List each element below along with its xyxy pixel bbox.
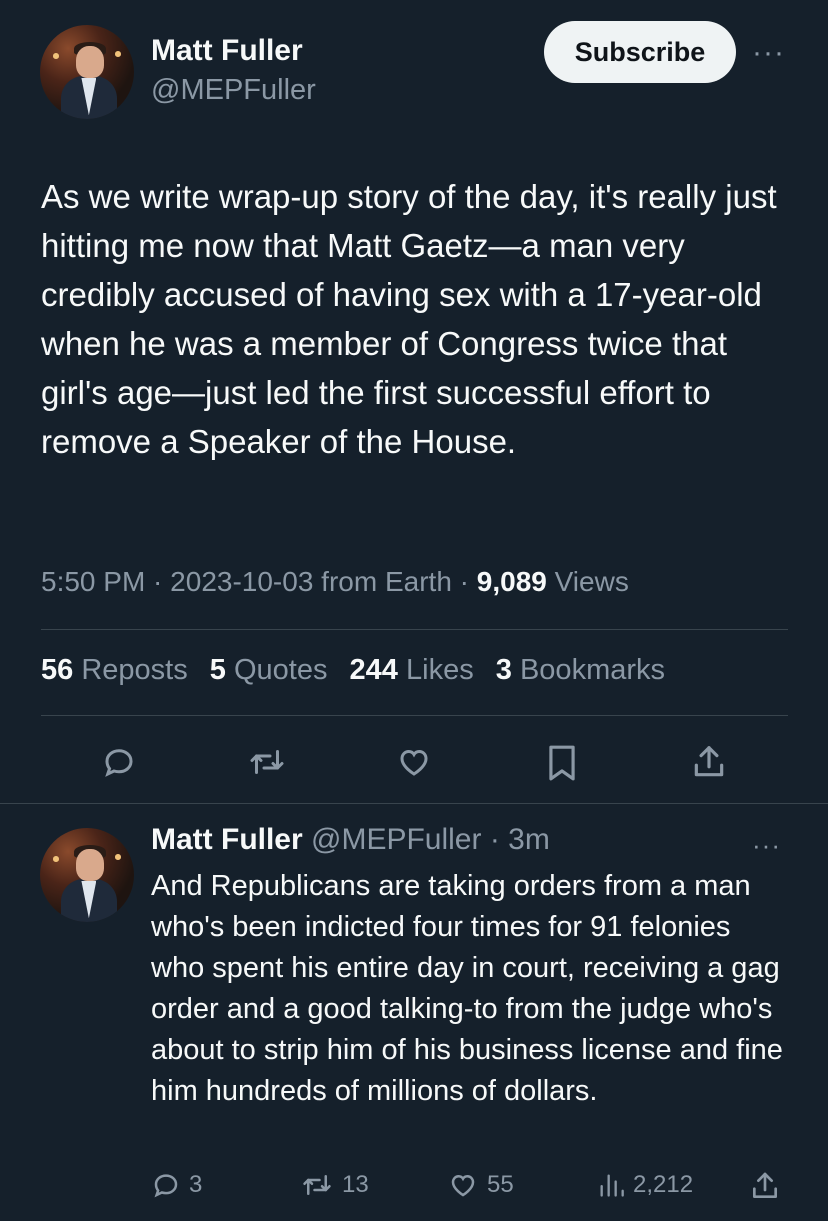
reply-share-button[interactable] [750, 1170, 788, 1202]
like-count: 55 [487, 1171, 514, 1198]
likes-stat[interactable]: 244 Likes [350, 654, 474, 686]
like-icon[interactable] [395, 744, 433, 780]
bookmarks-label: Bookmarks [511, 654, 666, 686]
tweet-text: As we write wrap-up story of the day, it… [41, 178, 777, 460]
bookmark-icon[interactable] [545, 744, 579, 782]
share-icon[interactable] [691, 743, 727, 781]
reply-repost-button[interactable]: 13 [300, 1170, 369, 1200]
tweet-source: from Earth [313, 566, 452, 597]
repost-count: 13 [342, 1171, 369, 1198]
reply-text: And Republicans are taking orders from a… [151, 870, 783, 1107]
views-count: 2,212 [633, 1171, 694, 1198]
author-avatar[interactable] [40, 25, 134, 119]
separator: · [145, 566, 171, 597]
reply-time[interactable]: 3m [508, 823, 550, 856]
reply-reply-button[interactable]: 3 [151, 1170, 202, 1200]
reply-header: Matt Fuller @MEPFuller · 3m [151, 823, 550, 857]
reply-author-handle[interactable]: @MEPFuller [303, 823, 482, 856]
reply-action-bar: 3 13 55 2,212 [0, 1170, 828, 1204]
reply-icon[interactable] [100, 744, 138, 780]
separator: · [451, 566, 477, 597]
bookmarks-stat[interactable]: 3 Bookmarks [496, 654, 665, 686]
reply-count: 3 [189, 1171, 203, 1198]
reposts-stat[interactable]: 56 Reposts [41, 654, 188, 686]
subscribe-button[interactable]: Subscribe [544, 21, 736, 83]
reply-more-options-icon[interactable]: ··· [752, 832, 781, 858]
repost-icon [303, 1175, 331, 1195]
author-handle[interactable]: @MEPFuller [151, 74, 316, 107]
engagement-stats: 56 Reposts 5 Quotes 244 Likes 3 Bookmark… [41, 654, 665, 687]
like-icon [451, 1174, 475, 1197]
likes-label: Likes [397, 654, 474, 686]
more-options-icon[interactable]: ··· [752, 38, 785, 68]
likes-count: 244 [349, 654, 398, 686]
separator: · [481, 823, 509, 856]
quotes-label: Quotes [225, 654, 328, 686]
reply-like-button[interactable]: 55 [447, 1170, 514, 1200]
reply-author-name[interactable]: Matt Fuller [151, 823, 303, 856]
divider [41, 629, 788, 630]
author-name[interactable]: Matt Fuller [151, 34, 303, 68]
bookmarks-count: 3 [495, 654, 512, 686]
quotes-stat[interactable]: 5 Quotes [210, 654, 328, 686]
views-label: Views [546, 566, 629, 597]
tweet-meta: 5:50 PM · 2023-10-03 from Earth · 9,089 … [41, 566, 629, 598]
tweet-date[interactable]: 2023-10-03 [170, 566, 313, 597]
reply-icon [154, 1174, 178, 1198]
share-icon [753, 1172, 778, 1198]
reposts-label: Reposts [73, 654, 188, 686]
reposts-count: 56 [41, 654, 74, 686]
reply-author-avatar[interactable] [40, 828, 134, 922]
reply-views-button[interactable]: 2,212 [597, 1170, 693, 1200]
views-icon [600, 1174, 624, 1197]
repost-icon[interactable] [246, 744, 288, 780]
tweet-time[interactable]: 5:50 PM [41, 566, 145, 597]
divider [41, 715, 788, 716]
divider [0, 803, 828, 804]
views-count: 9,089 [476, 566, 547, 597]
quotes-count: 5 [209, 654, 226, 686]
